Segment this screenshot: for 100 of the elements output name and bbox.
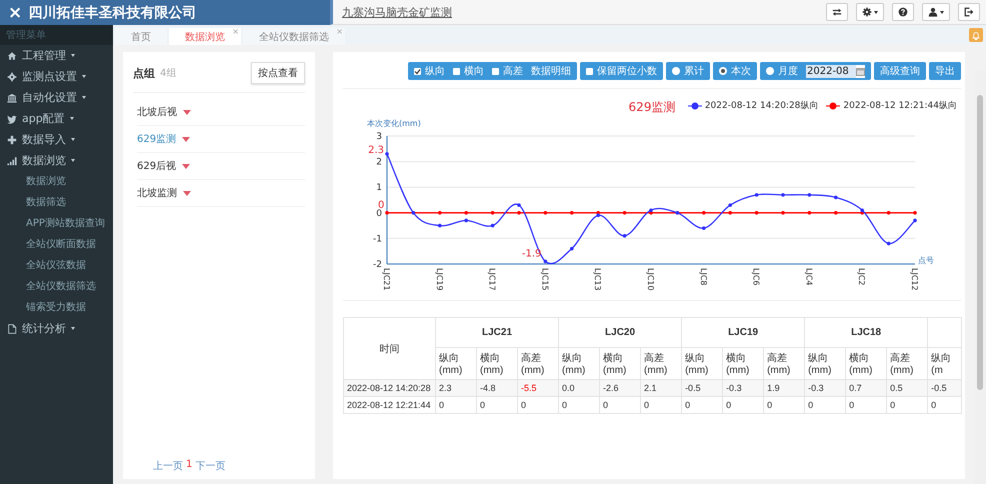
settings-button[interactable] bbox=[856, 3, 884, 21]
x-tick-label: LJC21 bbox=[382, 268, 391, 291]
x-tick-label: LJC19 bbox=[434, 268, 444, 291]
column-header: LJC18 bbox=[804, 318, 928, 348]
company-name: 四川拓佳丰圣科技有限公司 bbox=[28, 4, 196, 22]
switch-button[interactable] bbox=[826, 3, 848, 21]
data-point bbox=[570, 246, 574, 250]
building-icon bbox=[7, 92, 17, 102]
toolbar-button[interactable]: 高级查询 bbox=[874, 62, 926, 80]
tab[interactable]: 全站仪数据筛选 × bbox=[243, 28, 345, 45]
submenu-item[interactable]: 全站仪数据筛选 bbox=[0, 276, 96, 297]
help-button[interactable] bbox=[892, 3, 914, 21]
menu-item[interactable]: app配置 bbox=[0, 108, 113, 129]
notification-button[interactable] bbox=[969, 28, 983, 42]
dropdown-triangle-icon bbox=[183, 110, 191, 114]
table-cell: 0 bbox=[722, 396, 764, 414]
settings-icon bbox=[862, 7, 872, 17]
menu-item[interactable]: 工程管理 bbox=[0, 45, 113, 66]
month-field[interactable]: 2022-08 bbox=[806, 64, 856, 78]
checkbox-option[interactable]: 高差 bbox=[492, 64, 523, 78]
group-item[interactable]: 北坡后视 bbox=[137, 99, 305, 126]
submenu-item[interactable]: 锚索受力数据 bbox=[0, 297, 86, 318]
logout-icon bbox=[964, 7, 974, 17]
table-cell: 0 bbox=[682, 396, 723, 414]
submenu-item[interactable]: 全站仪弦数据 bbox=[0, 255, 86, 276]
menu-item[interactable]: 监测点设置 bbox=[0, 66, 113, 87]
radio-option[interactable]: 累计 bbox=[672, 64, 704, 78]
data-point bbox=[517, 203, 521, 207]
plus-icon bbox=[7, 134, 17, 144]
checkbox[interactable] bbox=[492, 68, 499, 74]
submenu-item[interactable]: 数据筛选 bbox=[0, 192, 66, 213]
legend-item[interactable]: 2022-08-12 12:21:44纵向 bbox=[826, 99, 957, 112]
tab[interactable]: 首页 bbox=[115, 28, 167, 45]
data-point bbox=[808, 211, 812, 215]
column-header: LJC20 bbox=[558, 318, 682, 348]
data-point bbox=[544, 211, 548, 215]
detail-link[interactable]: 数据明细 bbox=[531, 64, 571, 78]
submenu-item[interactable]: 数据浏览 bbox=[0, 171, 66, 192]
radio-option[interactable]: 本次 bbox=[719, 64, 751, 78]
column-header: 时间 bbox=[344, 318, 436, 380]
caret-icon bbox=[82, 75, 86, 78]
page-link[interactable]: 1 bbox=[186, 459, 192, 473]
menu-item[interactable]: 自动化设置 bbox=[0, 87, 113, 108]
page-link[interactable]: 下一页 bbox=[195, 459, 226, 473]
y-axis-label: 本次变化(mm) bbox=[367, 119, 421, 128]
table-cell: 1.9 bbox=[764, 380, 805, 396]
table-cell: -5.5 bbox=[518, 380, 559, 396]
checkbox-option[interactable]: 横向 bbox=[453, 64, 484, 78]
calendar-icon[interactable] bbox=[856, 66, 865, 76]
project-title-link[interactable]: 九寨沟马脑壳金矿监测 bbox=[342, 4, 452, 20]
table-cell: 0 bbox=[558, 396, 600, 414]
menu-item[interactable]: 统计分析 bbox=[0, 318, 113, 339]
tab[interactable]: 数据浏览 × bbox=[169, 28, 241, 45]
table-cell: 0.5 bbox=[886, 380, 928, 396]
table-cell: 0.0 bbox=[558, 380, 600, 396]
caret-icon bbox=[82, 96, 86, 99]
radio-button[interactable] bbox=[719, 67, 727, 75]
submenu-item[interactable]: 全站仪断面数据 bbox=[0, 234, 96, 255]
radio-button[interactable] bbox=[672, 67, 680, 75]
checkbox[interactable] bbox=[414, 68, 421, 74]
close-menu-button[interactable]: × bbox=[8, 2, 22, 22]
caret-icon bbox=[71, 54, 75, 57]
data-point bbox=[490, 211, 494, 215]
data-point bbox=[544, 260, 548, 264]
menu-item[interactable]: 数据导入 bbox=[0, 129, 113, 150]
checkbox[interactable] bbox=[453, 68, 460, 74]
legend-item[interactable]: 2022-08-12 14:20:28纵向 bbox=[688, 99, 818, 112]
y-tick-label: 1 bbox=[376, 183, 382, 194]
view-by-point-button[interactable]: 按点查看 bbox=[251, 62, 305, 84]
group-count: 4组 bbox=[160, 67, 176, 80]
column-header: LJC19 bbox=[682, 318, 805, 348]
data-point bbox=[913, 211, 917, 215]
radio-option[interactable]: 月度 bbox=[766, 64, 798, 78]
menu-item[interactable]: 数据浏览 bbox=[0, 150, 113, 171]
data-label: -1.9 bbox=[522, 248, 542, 260]
checkbox[interactable] bbox=[586, 68, 593, 74]
page-link[interactable]: 上一页 bbox=[153, 459, 183, 473]
table-cell: 0 bbox=[640, 396, 682, 414]
submenu-item[interactable]: APP测站数据查询 bbox=[0, 213, 105, 234]
x-tick-label: LJC2 bbox=[857, 268, 866, 286]
data-point bbox=[702, 226, 706, 230]
checkbox-option[interactable]: 保留两位小数 bbox=[586, 64, 657, 78]
x-tick-label: LJC8 bbox=[698, 268, 708, 286]
user-menu-button[interactable] bbox=[922, 3, 950, 21]
dropdown-triangle-icon bbox=[183, 190, 191, 196]
table-cell: -2.6 bbox=[600, 380, 641, 396]
caret-icon bbox=[71, 327, 75, 330]
radio-button[interactable] bbox=[766, 67, 774, 75]
toolbar-button[interactable]: 导出 bbox=[929, 62, 961, 80]
group-item[interactable]: 629监测 bbox=[137, 126, 305, 153]
menu-heading: 管理菜单 bbox=[0, 25, 113, 45]
group-item[interactable]: 北坡监测 bbox=[137, 180, 305, 207]
table-cell: 0 bbox=[518, 396, 559, 414]
y-tick-label: 0 bbox=[376, 208, 382, 219]
group-item[interactable]: 629后视 bbox=[137, 153, 305, 180]
data-label: 0 bbox=[378, 200, 384, 211]
checkbox-option[interactable]: 纵向 bbox=[414, 64, 445, 78]
data-point bbox=[464, 218, 468, 222]
logout-button[interactable] bbox=[958, 3, 980, 21]
table-cell: -4.8 bbox=[476, 380, 518, 396]
